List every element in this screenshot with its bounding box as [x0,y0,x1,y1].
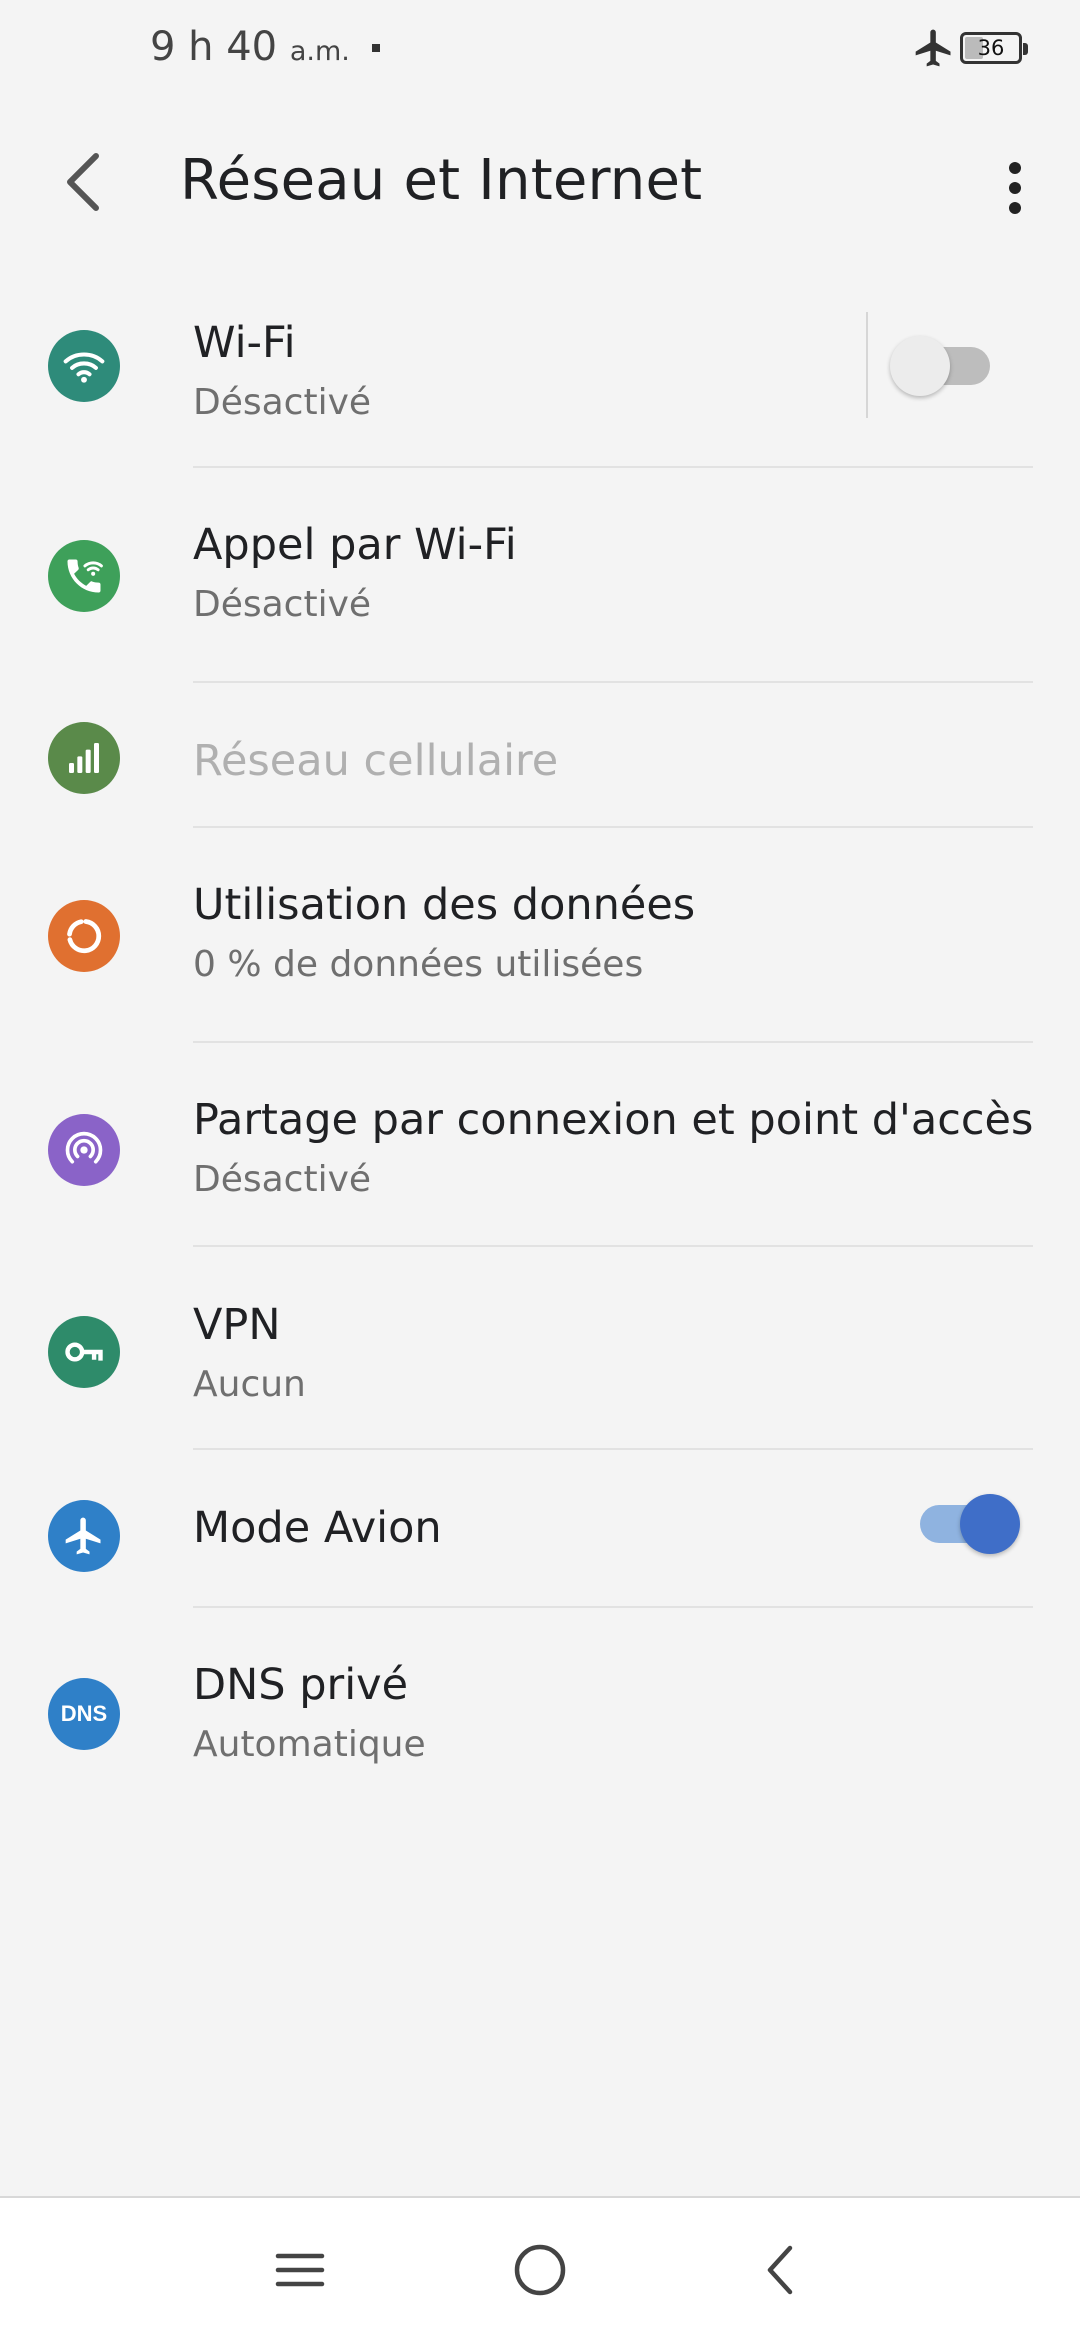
wifi-icon [48,330,120,402]
hotspot-icon [48,1114,120,1186]
divider [193,826,1033,828]
divider [193,1041,1033,1043]
data-usage-glyph [67,919,102,954]
more-vert-icon [1009,162,1021,214]
more-options-button[interactable] [985,148,1045,228]
private-dns-summary: Automatique [193,1724,426,1765]
wifi-vertical-divider [866,312,868,418]
battery-icon: 36 [960,32,1028,64]
dns-icon: DNS [48,1678,120,1750]
divider [193,1606,1033,1608]
wifi-calling-icon [48,540,120,612]
divider [193,681,1033,683]
menu-icon [275,2253,325,2287]
wifi-calling-summary: Désactivé [193,584,372,625]
page-title: Réseau et Internet [180,148,703,213]
divider [193,466,1033,468]
airplane-mode-toggle[interactable] [910,1481,1020,1561]
settings-item-hotspot[interactable]: Partage par connexion et point d'accès D… [0,1075,1080,1250]
wifi-toggle[interactable] [890,323,1000,403]
data-usage-icon [48,900,120,972]
vpn-key-glyph [65,1342,103,1362]
airplane-icon [48,1500,120,1572]
nav-back-icon [767,2245,793,2295]
data-usage-summary: 0 % de données utilisées [193,944,644,985]
vpn-title: VPN [193,1300,281,1350]
wifi-calling-title: Appel par Wi-Fi [193,520,517,570]
wifi-title: Wi-Fi [193,318,296,368]
status-time: 9 h 40 a.m. [150,24,350,70]
wifi-calling-glyph [67,559,103,593]
airplane-status-icon [915,29,951,67]
settings-item-vpn[interactable]: VPN Aucun [0,1280,1080,1450]
hotspot-glyph [65,1131,103,1164]
hotspot-summary: Désactivé [193,1159,372,1200]
airplane-toggle-thumb [960,1494,1020,1554]
signal-glyph [69,743,99,773]
home-button[interactable] [490,2220,590,2320]
battery-level: 36 [977,36,1005,60]
signal-icon [48,722,120,794]
status-time-ampm: a.m. [289,36,350,67]
private-dns-title: DNS privé [193,1660,409,1710]
hotspot-title: Partage par connexion et point d'accès [193,1095,1034,1145]
status-bar: 9 h 40 a.m. 36 [0,0,1080,100]
divider [193,1245,1033,1247]
notification-dot-icon [372,44,380,52]
vpn-key-icon [48,1316,120,1388]
settings-item-cellular: Réseau cellulaire [0,700,1080,825]
wifi-summary: Désactivé [193,382,372,423]
settings-item-private-dns[interactable]: DNS DNS privé Automatique [0,1640,1080,1810]
settings-item-data-usage[interactable]: Utilisation des données 0 % de données u… [0,860,1080,1040]
cellular-title: Réseau cellulaire [193,736,559,786]
back-button[interactable] [44,142,124,222]
arrow-back-icon [67,153,99,211]
divider [193,1448,1033,1450]
vpn-summary: Aucun [193,1364,306,1405]
status-time-value: 9 h 40 [150,24,278,70]
recents-button[interactable] [250,2220,350,2320]
app-bar: Réseau et Internet [0,110,1080,260]
settings-item-wifi-calling[interactable]: Appel par Wi-Fi Désactivé [0,500,1080,680]
wifi-glyph [63,352,105,383]
screen: 9 h 40 a.m. 36 Réseau et Internet Wi-Fi … [0,0,1080,2340]
nav-back-button[interactable] [730,2220,830,2320]
home-circle-icon [514,2244,566,2296]
airplane-glyph [65,1517,101,1555]
data-usage-title: Utilisation des données [193,880,696,930]
dns-icon-label: DNS [60,1701,108,1726]
navigation-bar [0,2196,1080,2340]
airplane-mode-title: Mode Avion [193,1503,442,1553]
wifi-toggle-thumb [890,336,950,396]
